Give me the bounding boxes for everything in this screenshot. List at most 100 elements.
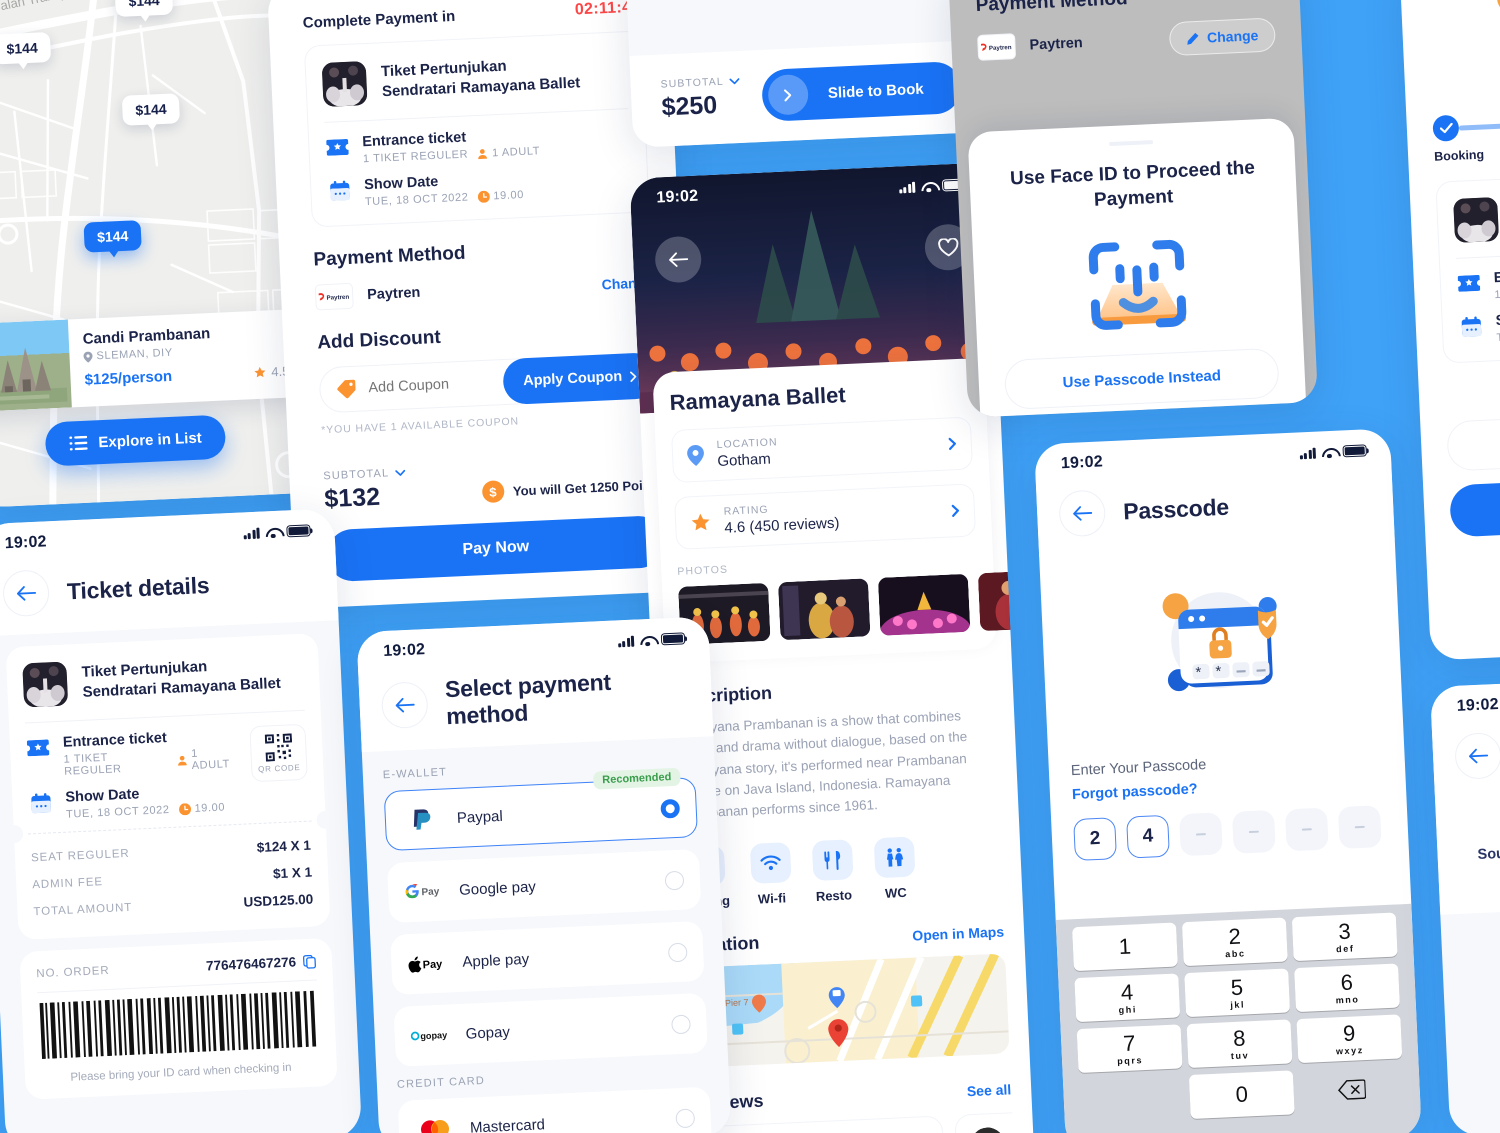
radio-button[interactable] — [671, 1014, 691, 1034]
svg-text:Paytren: Paytren — [989, 44, 1012, 52]
chevron-down-icon[interactable] — [395, 469, 406, 476]
key-2[interactable]: 2 abc — [1181, 917, 1288, 967]
payment-option-applepay[interactable]: Pay Apple pay — [390, 920, 705, 995]
photo-thumbnail[interactable] — [977, 569, 1035, 632]
status-icons — [1299, 444, 1367, 459]
order-number-wrap[interactable]: 776476467276 — [206, 954, 317, 973]
paypal-icon — [401, 803, 443, 836]
qr-code-button[interactable]: QR CODE — [249, 723, 308, 783]
map-price-pin[interactable]: $144 — [121, 93, 181, 126]
barcode-note: Please bring your ID card when checking … — [70, 1061, 292, 1084]
explore-in-list-button[interactable]: Explore in List — [44, 414, 227, 467]
key-number: 8 — [1232, 1024, 1246, 1051]
passcode-digit[interactable]: 2 — [1073, 817, 1117, 862]
photo-thumbnail[interactable] — [877, 573, 971, 636]
forgot-passcode-link[interactable]: Forgot passcode? — [1072, 773, 1384, 803]
order-label: NO. ORDER — [36, 964, 110, 980]
pay-now-button[interactable]: Pay Now — [325, 514, 666, 583]
ticket-icon — [325, 135, 350, 160]
review-card[interactable]: Bambang Ferdy ★★★★★ 25/5/2019 Ramayana B… — [692, 1115, 948, 1133]
chevron-down-icon[interactable] — [729, 77, 740, 84]
points-badge: $ You will Get 1250 Points — [481, 473, 662, 504]
back-button[interactable] — [1058, 489, 1107, 538]
wifi-icon — [265, 526, 280, 538]
key-0[interactable]: 0 — [1188, 1070, 1295, 1120]
location-row[interactable]: LOCATION Gotham — [670, 416, 974, 484]
radio-button[interactable] — [675, 1107, 696, 1128]
slide-knob[interactable] — [767, 73, 810, 116]
ticket-qty-text: 1 ADULT — [190, 747, 231, 772]
place-price-row: $125/person 4.5 — [84, 363, 290, 389]
key-9[interactable]: 9 wxyz — [1296, 1014, 1403, 1064]
nav-bar — [1431, 705, 1500, 799]
amenity-label: WC — [884, 884, 908, 901]
edge2-card[interactable]: Sou — [1455, 798, 1500, 902]
passcode-digit[interactable] — [1231, 809, 1276, 854]
apply-coupon-button[interactable]: Apply Coupon — [502, 352, 659, 406]
key-3[interactable]: 3 def — [1291, 912, 1398, 962]
ticket-type: 1 TIKET REGULER — [63, 751, 122, 778]
amenity-wifi[interactable]: Wi-fi — [749, 841, 792, 907]
payment-option-paypal[interactable]: Recomended Paypal — [383, 767, 699, 852]
edit-icon — [1186, 32, 1199, 45]
copy-icon[interactable] — [302, 954, 317, 969]
restaurant-icon — [811, 838, 854, 881]
photos-strip[interactable] — [678, 569, 1035, 645]
googlepay-icon: Pay — [403, 875, 445, 908]
map-price-pin[interactable]: $144 — [114, 0, 174, 17]
key-7[interactable]: 7 pqrs — [1076, 1024, 1183, 1074]
entrance-ticket-meta: 1 TIKET REGULER 1 ADULT — [63, 746, 239, 778]
radio-button[interactable] — [664, 870, 685, 890]
subtotal-block[interactable]: SUBTOTAL $132 — [323, 467, 407, 515]
key-4[interactable]: 4 ghi — [1074, 973, 1181, 1023]
passcode-digit[interactable] — [1179, 812, 1223, 857]
key-1[interactable]: 1 — [1072, 922, 1178, 972]
map-price-pin-active[interactable]: $144 — [83, 220, 142, 253]
see-all-reviews-link[interactable]: See all — [967, 1081, 1012, 1099]
sheet-grabber[interactable] — [1109, 139, 1154, 146]
delete-key[interactable] — [1299, 1065, 1405, 1114]
map-price-pin[interactable]: $144 — [0, 32, 52, 65]
amenity-wc[interactable]: WC — [873, 836, 916, 901]
edge-primary-button[interactable] — [1449, 474, 1500, 538]
mini-map[interactable]: Pier 7 — [685, 953, 1010, 1068]
review-card[interactable]: Dam ★★★★★ Rama ... — [954, 1103, 1018, 1133]
key-number: 4 — [1120, 979, 1134, 1005]
payment-option-googlepay[interactable]: Pay Google pay — [386, 848, 702, 924]
passcode-digit[interactable] — [1337, 805, 1382, 849]
back-button[interactable] — [1454, 731, 1500, 780]
key-blank — [1079, 1075, 1185, 1124]
passcode-body: Enter Your Passcode Forgot passcode? 2 4 — [1049, 748, 1409, 862]
calendar-icon — [28, 790, 53, 815]
payment-option-gopay[interactable]: gopay Gopay — [393, 992, 708, 1067]
signal-icon — [243, 527, 260, 539]
map-place-card[interactable]: Candi Prambanan SLEMAN, DIY $125/person … — [0, 308, 305, 413]
passcode-digit[interactable] — [1284, 807, 1329, 852]
edge-content: Payme Booking — [1399, 0, 1500, 539]
edge-input-placeholder[interactable] — [1446, 410, 1500, 472]
payment-method-name: Paytren — [1029, 35, 1084, 54]
payment-option-name: Apple pay — [462, 950, 530, 971]
rating-row[interactable]: RATING 4.6 (450 reviews) — [673, 483, 977, 550]
key-6[interactable]: 6 mno — [1294, 963, 1400, 1013]
radio-button[interactable] — [660, 798, 681, 819]
passcode-digit[interactable]: 4 — [1126, 814, 1170, 859]
amenity-resto[interactable]: Resto — [811, 838, 854, 904]
payment-option-name: Gopay — [465, 1023, 511, 1043]
photo-thumbnail[interactable] — [777, 578, 871, 641]
slide-to-book-button[interactable]: Slide to Book — [761, 60, 963, 122]
key-5[interactable]: 5 jkl — [1184, 968, 1291, 1018]
payment-option-mastercard[interactable]: Mastercard — [397, 1086, 713, 1133]
key-8[interactable]: 8 tuv — [1186, 1019, 1293, 1069]
key-number: 0 — [1235, 1081, 1249, 1107]
radio-button[interactable] — [667, 942, 688, 962]
slide-subtotal[interactable]: SUBTOTAL $250 — [660, 75, 741, 123]
back-button[interactable] — [2, 569, 51, 618]
entrance-ticket-title: Entranc — [1493, 267, 1500, 287]
open-in-maps-link[interactable]: Open in Maps — [912, 924, 1004, 944]
back-button[interactable] — [380, 681, 429, 730]
person-icon — [478, 148, 488, 159]
change-payment-method-button[interactable]: Change — [1168, 17, 1277, 57]
status-icons — [898, 178, 967, 193]
fork-knife-glyph — [823, 850, 840, 870]
